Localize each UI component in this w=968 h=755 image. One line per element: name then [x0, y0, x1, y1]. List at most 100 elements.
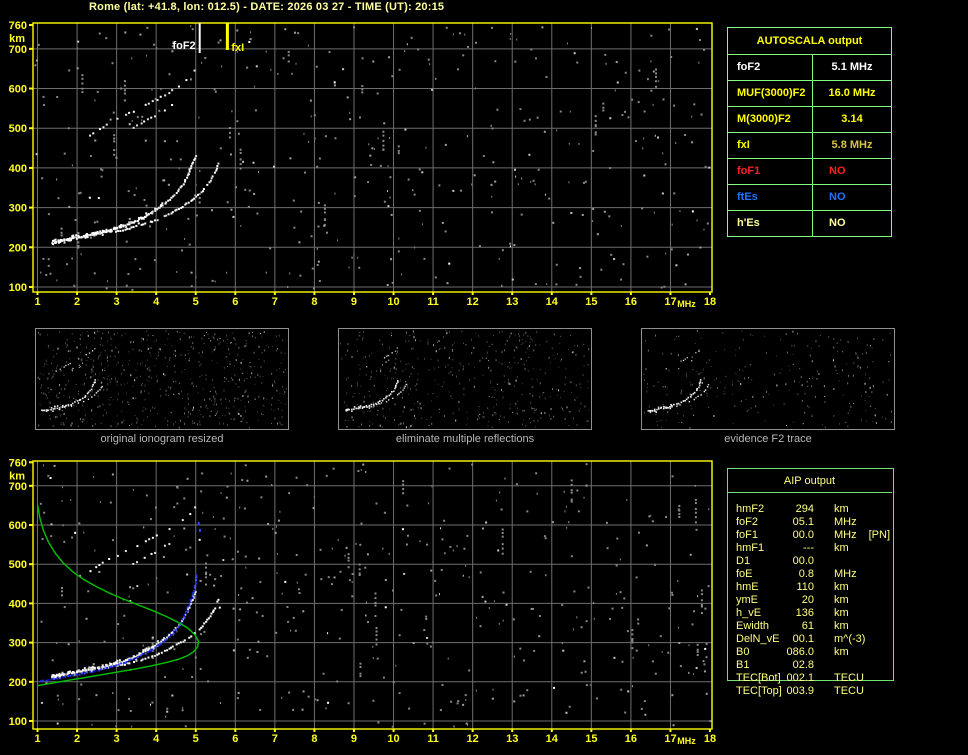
param-value: 0.8: [798, 568, 814, 580]
svg-text:3: 3: [114, 733, 120, 745]
svg-text:6: 6: [232, 296, 238, 308]
thumbnail-original-ionogram: [35, 328, 289, 430]
param-value: 00.0: [792, 555, 814, 567]
svg-text:400: 400: [9, 598, 27, 610]
param-unit: km: [834, 620, 849, 632]
svg-text:600: 600: [9, 84, 27, 96]
svg-text:10: 10: [387, 733, 399, 745]
param-unit: km: [834, 542, 849, 554]
svg-text:5: 5: [193, 733, 199, 745]
param-unit: km: [834, 581, 849, 593]
svg-text:18: 18: [704, 296, 716, 308]
svg-text:15: 15: [585, 296, 597, 308]
svg-text:200: 200: [9, 677, 27, 689]
param-unit: TECU: [834, 685, 864, 697]
aip-row-foe: foE 0.8 MHz: [727, 568, 917, 581]
svg-text:700: 700: [9, 481, 27, 493]
param-unit: km: [834, 594, 849, 606]
param-label: h_vE: [736, 607, 762, 619]
param-value: 5.1 MHz: [831, 61, 873, 73]
thumbnail-caption: original ionogram resized: [100, 433, 224, 445]
aip-row-hmf1: hmF1 --- km: [727, 542, 917, 555]
svg-text:18: 18: [704, 733, 716, 745]
svg-text:600: 600: [9, 520, 27, 532]
svg-text:MHz: MHz: [677, 299, 696, 309]
svg-text:14: 14: [546, 733, 559, 745]
table-row-ftes: ftEs NO: [728, 185, 891, 211]
param-value: 5.8 MHz: [831, 139, 873, 151]
aip-row-b1: B1 02.8: [727, 659, 917, 672]
param-value: 110: [796, 581, 814, 593]
aip-row-delnve: DelN_vE 00.1 m^(-3): [727, 633, 917, 646]
bottom-ionogram-profile-plot: 760700600500400300200100km1 2 3 4 5 6 7 8 9 10 11 1…: [9, 457, 717, 746]
thumbnail-caption: eliminate multiple reflections: [395, 433, 535, 445]
svg-text:10: 10: [387, 296, 399, 308]
svg-text:16: 16: [625, 733, 637, 745]
svg-text:300: 300: [9, 638, 27, 650]
param-label: MUF(3000)F2: [728, 81, 813, 106]
svg-text:15: 15: [585, 733, 597, 745]
svg-text:4: 4: [153, 733, 160, 745]
svg-text:km: km: [9, 470, 25, 482]
svg-text:7: 7: [272, 296, 278, 308]
param-value: 136: [795, 607, 814, 619]
aip-table-title: AIP output: [727, 468, 892, 493]
param-value: 00.1: [792, 633, 814, 645]
param-label: D1: [736, 555, 751, 567]
param-label: Ewidth: [736, 620, 770, 632]
param-unit: km: [834, 503, 849, 515]
svg-text:6: 6: [232, 733, 238, 745]
aip-row-hme: hmE 110 km: [727, 581, 917, 594]
param-label: foF1: [728, 159, 813, 184]
table-row-m3000f2: M(3000)F2 3.14: [728, 107, 891, 133]
svg-text:9: 9: [351, 733, 357, 745]
param-unit: MHz: [834, 568, 857, 580]
aip-output-table: hmF2 294 km foF2 05.1 MHz foF1 00.0 MHz [PN] hm…: [727, 503, 917, 698]
aip-row-d1: D1 00.0: [727, 555, 917, 568]
param-value: NO: [829, 217, 846, 229]
param-label: TEC[Bot]: [736, 672, 781, 684]
param-unit: km: [834, 646, 849, 658]
param-value: NO: [829, 165, 846, 177]
svg-text:11: 11: [427, 733, 439, 745]
thumbnail-eliminate-reflections: [338, 328, 592, 430]
aip-row-fof1: foF1 00.0 MHz [PN]: [727, 529, 917, 542]
svg-text:13: 13: [506, 296, 518, 308]
aip-row-fof2: foF2 05.1 MHz: [727, 516, 917, 529]
param-label: TEC[Top]: [736, 685, 782, 697]
param-value: 00.0: [792, 529, 814, 541]
table-row-hpes: h'Es NO: [728, 211, 891, 236]
param-label: M(3000)F2: [728, 107, 813, 132]
aip-row-hmf2: hmF2 294 km: [727, 503, 917, 516]
thumbnail-evidence-f2-trace: [641, 328, 895, 430]
param-value: 294: [795, 503, 814, 515]
autoscala-table-title: AUTOSCALA output: [728, 28, 891, 55]
param-label: fxI: [728, 133, 813, 158]
param-label: foF2: [728, 55, 813, 80]
top-ionogram-plot: 760700600500400300200100km1 2 3 4 5 6 7 8 9 10 11 1…: [9, 20, 717, 309]
param-unit: MHz: [834, 516, 857, 528]
param-value: 61: [801, 620, 814, 632]
svg-text:9: 9: [351, 296, 357, 308]
table-row-muf3000f2: MUF(3000)F2 16.0 MHz: [728, 81, 891, 107]
autoscala-app-screen: Rome (lat: +41.8, lon: 012.5) - DATE: 20…: [0, 0, 968, 755]
svg-text:1: 1: [34, 733, 40, 745]
param-label: B1: [736, 659, 750, 671]
aip-row-hve: h_vE 136 km: [727, 607, 917, 620]
param-value: 3.14: [841, 113, 863, 125]
param-label: foE: [736, 568, 753, 580]
param-unit: TECU: [834, 672, 864, 684]
aip-row-tectop: TEC[Top] 003.9 TECU: [727, 685, 917, 698]
svg-text:760: 760: [9, 20, 27, 32]
svg-text:fxI: fxI: [231, 42, 244, 54]
param-value: 086.0: [786, 646, 814, 658]
svg-text:2: 2: [74, 296, 80, 308]
table-row-fof1: foF1 NO: [728, 159, 891, 185]
svg-text:14: 14: [546, 296, 559, 308]
param-unit: MHz: [834, 529, 857, 541]
param-unit: m^(-3): [834, 633, 866, 645]
param-label: DelN_vE: [736, 633, 780, 645]
thumbnail-caption: evidence F2 trace: [724, 433, 812, 445]
param-value: 02.8: [792, 659, 814, 671]
param-label: ftEs: [728, 185, 813, 210]
